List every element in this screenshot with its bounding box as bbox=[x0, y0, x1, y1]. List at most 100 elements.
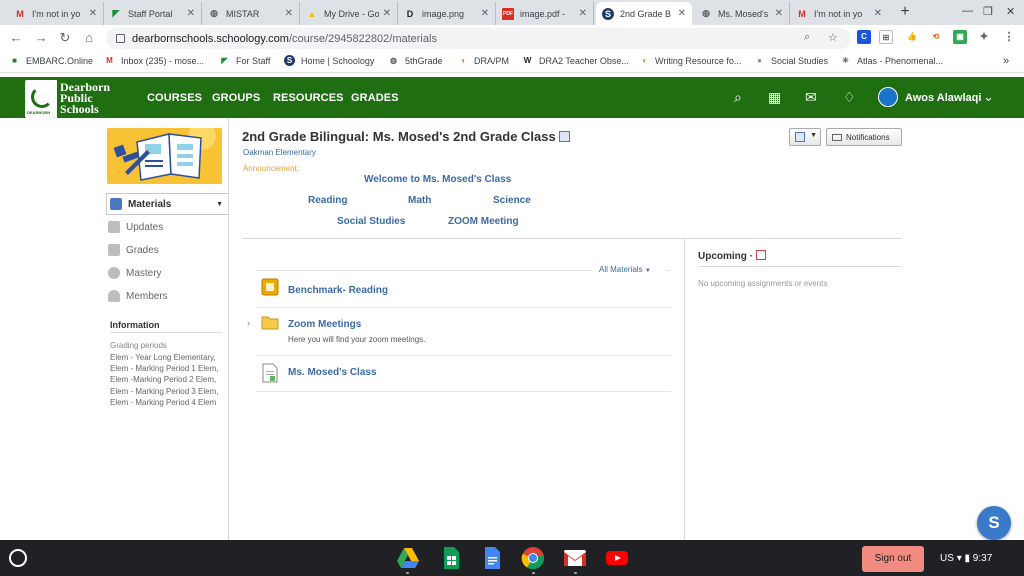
youtube-icon[interactable] bbox=[605, 546, 629, 570]
extension-screen-icon[interactable]: ▣ bbox=[953, 30, 967, 44]
bookmark-label: 5thGrade bbox=[405, 55, 443, 66]
status-tray[interactable]: US ▾ ▮ 9:37 bbox=[940, 553, 992, 564]
forward-arrow-icon[interactable]: → bbox=[32, 29, 50, 47]
nav-grades[interactable]: GRADES bbox=[351, 92, 399, 104]
more-bookmarks-icon[interactable]: » bbox=[1003, 55, 1009, 67]
nav-groups[interactable]: GROUPS bbox=[212, 92, 260, 104]
close-icon[interactable]: ✕ bbox=[481, 8, 489, 19]
avatar[interactable] bbox=[878, 87, 898, 107]
bookmark-item[interactable]: ◤ For Staff bbox=[219, 55, 270, 66]
bookmark-item[interactable]: ◍ 5thGrade bbox=[388, 55, 443, 66]
browser-tab[interactable]: PDF image.pdf - ✕ bbox=[496, 2, 594, 25]
chevron-right-icon[interactable]: › bbox=[247, 318, 250, 328]
bookmark-item[interactable]: S Home | Schoology bbox=[284, 55, 374, 66]
social-studies-link[interactable]: Social Studies bbox=[337, 216, 405, 227]
nav-resources[interactable]: RESOURCES bbox=[273, 92, 344, 104]
tab-strip: M I'm not in yo ✕ ◤ Staff Portal ✕ ◍ MIS… bbox=[0, 0, 1024, 25]
extension-c-icon[interactable]: C bbox=[857, 30, 871, 44]
welcome-link[interactable]: Welcome to Ms. Mosed's Class bbox=[364, 174, 511, 185]
envelope-icon bbox=[832, 133, 842, 141]
material-title[interactable]: Ms. Mosed's Class bbox=[288, 367, 377, 378]
site-info-icon[interactable] bbox=[116, 34, 125, 43]
browser-tab[interactable]: M I'm not in yo ✕ bbox=[790, 2, 888, 25]
sidebar-item-materials[interactable]: Materials ▼ bbox=[106, 193, 228, 215]
bookmark-item[interactable]: ✳ Atlas - Phenomenal... bbox=[840, 55, 943, 66]
gmail-icon[interactable] bbox=[563, 546, 587, 570]
nav-courses[interactable]: COURSES bbox=[147, 92, 202, 104]
close-icon[interactable]: ✕ bbox=[579, 8, 587, 19]
reading-link[interactable]: Reading bbox=[308, 195, 347, 206]
google-sheets-icon[interactable] bbox=[439, 546, 463, 570]
calendar-icon[interactable]: ▦ bbox=[768, 89, 781, 106]
course-illustration bbox=[113, 128, 216, 181]
search-icon[interactable]: ⌕ bbox=[734, 89, 742, 106]
minimize-icon[interactable]: — bbox=[962, 5, 973, 17]
address-bar[interactable]: dearbornschools.schoology.com/course/294… bbox=[106, 28, 851, 49]
chevron-down-icon[interactable]: ⌄ bbox=[983, 89, 994, 105]
close-icon[interactable]: ✕ bbox=[89, 8, 97, 19]
calendar-icon[interactable] bbox=[756, 250, 766, 260]
zoom-icon[interactable]: ⌕ bbox=[804, 31, 810, 44]
science-link[interactable]: Science bbox=[493, 195, 531, 206]
bookmark-item[interactable]: W DRA2 Teacher Obse... bbox=[522, 55, 629, 66]
sign-out-button[interactable]: Sign out bbox=[862, 546, 924, 572]
more-menu-icon[interactable]: ⋮ bbox=[1002, 30, 1016, 44]
messages-icon[interactable]: ✉ bbox=[805, 89, 817, 106]
course-options-button[interactable]: ▼ bbox=[789, 128, 821, 146]
school-link[interactable]: Oakman Elementary bbox=[243, 148, 316, 157]
schoology-assistant-button[interactable]: S bbox=[977, 506, 1011, 540]
user-name[interactable]: Awos Alawlaqi bbox=[905, 92, 981, 104]
extensions-puzzle-icon[interactable]: ✦ bbox=[977, 30, 991, 44]
close-icon[interactable]: ✕ bbox=[383, 8, 391, 19]
sidebar-item-updates[interactable]: Updates bbox=[108, 216, 228, 238]
bookmark-item[interactable]: ◑ Writing Resource fo... bbox=[638, 55, 741, 66]
extension-thumb-icon[interactable]: 👍 bbox=[905, 30, 919, 44]
bookmark-item[interactable]: ● Social Studies bbox=[754, 55, 828, 66]
notifications-bell-icon[interactable]: ♢ bbox=[843, 89, 856, 106]
browser-tab[interactable]: M I'm not in yo ✕ bbox=[8, 2, 104, 25]
bookmark-item[interactable]: ■ EMBARC.Online bbox=[9, 55, 93, 66]
restore-icon[interactable]: ❐ bbox=[983, 5, 993, 18]
google-docs-icon[interactable] bbox=[480, 546, 504, 570]
sidebar-item-members[interactable]: Members bbox=[108, 285, 228, 307]
browser-tab-active[interactable]: S 2nd Grade B ✕ bbox=[596, 2, 692, 25]
close-icon[interactable]: ✕ bbox=[678, 8, 686, 19]
chevron-down-icon[interactable]: ▼ bbox=[216, 201, 223, 208]
material-title[interactable]: Benchmark- Reading bbox=[288, 285, 388, 296]
notifications-button[interactable]: Notifications bbox=[826, 128, 902, 146]
browser-tab[interactable]: ◍ MISTAR ✕ bbox=[202, 2, 300, 25]
browser-tab[interactable]: D image.png ✕ bbox=[398, 2, 496, 25]
google-drive-icon[interactable] bbox=[396, 546, 420, 570]
list-item bbox=[256, 308, 671, 356]
bookmark-star-icon[interactable]: ☆ bbox=[828, 31, 838, 44]
extension-arrows-icon[interactable]: ⟲ bbox=[929, 30, 943, 44]
close-icon[interactable]: ✕ bbox=[874, 8, 882, 19]
close-icon[interactable]: ✕ bbox=[285, 8, 293, 19]
tab-title: image.png bbox=[422, 8, 465, 19]
sidebar-item-mastery[interactable]: Mastery bbox=[108, 262, 228, 284]
course-image bbox=[107, 128, 222, 184]
zoom-meeting-link[interactable]: ZOOM Meeting bbox=[448, 216, 519, 227]
close-icon[interactable]: ✕ bbox=[187, 8, 195, 19]
new-tab-button[interactable]: + bbox=[896, 2, 914, 22]
browser-tab[interactable]: ◍ Ms. Mosed's ✕ bbox=[694, 2, 790, 25]
close-window-icon[interactable]: ✕ bbox=[1006, 5, 1015, 18]
bookmark-item[interactable]: M Inbox (235) - mose... bbox=[104, 55, 204, 66]
reload-icon[interactable]: ↻ bbox=[56, 29, 74, 47]
material-title[interactable]: Zoom Meetings bbox=[288, 319, 361, 330]
launcher-icon[interactable] bbox=[9, 549, 27, 567]
extension-grid-icon[interactable]: ⊞ bbox=[879, 30, 893, 44]
bookmark-item[interactable]: ◑ DRA/PM bbox=[457, 55, 509, 66]
math-link[interactable]: Math bbox=[408, 195, 431, 206]
sidebar-item-label: Mastery bbox=[126, 267, 162, 279]
home-icon[interactable]: ⌂ bbox=[80, 29, 98, 47]
browser-tab[interactable]: ▲ My Drive - Go ✕ bbox=[300, 2, 398, 25]
all-materials-dropdown[interactable]: All Materials ▼ bbox=[599, 265, 651, 274]
chrome-icon[interactable] bbox=[521, 546, 545, 570]
district-logo[interactable]: DEARBORN Dearborn Public Schools bbox=[25, 79, 115, 118]
back-arrow-icon[interactable]: ← bbox=[7, 29, 25, 47]
browser-tab[interactable]: ◤ Staff Portal ✕ bbox=[104, 2, 202, 25]
course-info-icon[interactable] bbox=[558, 131, 570, 142]
sidebar-item-grades[interactable]: Grades bbox=[108, 239, 228, 261]
close-icon[interactable]: ✕ bbox=[775, 8, 783, 19]
